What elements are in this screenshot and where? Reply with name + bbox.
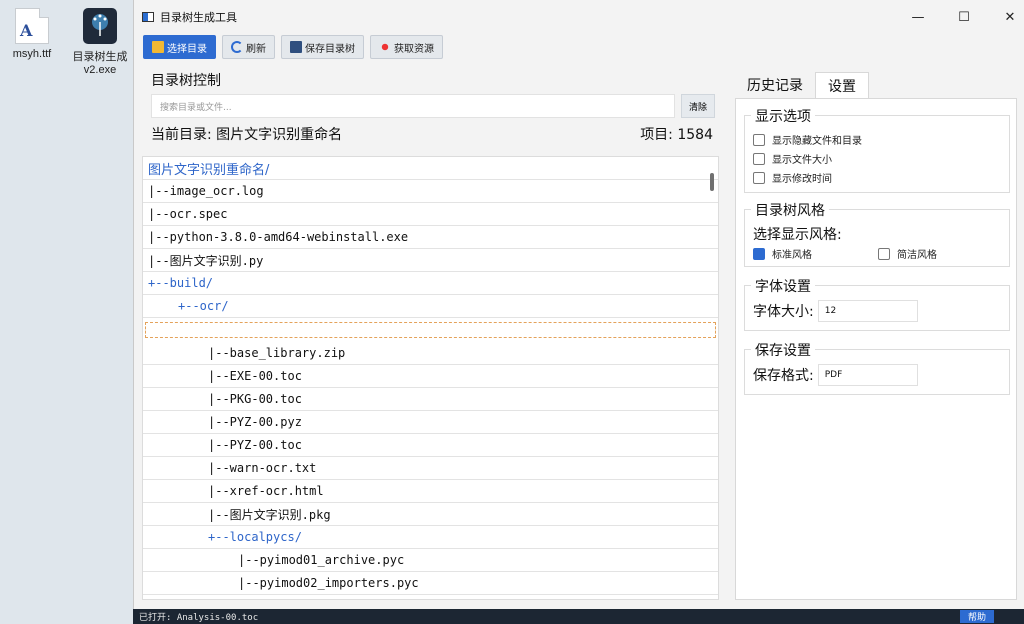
refresh-label: 刷新	[246, 43, 266, 55]
desktop-icon-exe[interactable]: 目录树生成 v2.exe	[70, 8, 130, 76]
tree-row[interactable]: +--build/	[143, 272, 718, 295]
show-hidden-label: 显示隐藏文件和目录	[772, 136, 862, 147]
window-title: 目录树生成工具	[160, 11, 237, 24]
title-bar[interactable]: 目录树生成工具	[134, 0, 1024, 34]
tree-row[interactable]: |--pyimod01_archive.pyc	[143, 549, 718, 572]
simple-style-label: 简洁风格	[897, 250, 937, 261]
font-file-icon: A	[15, 8, 49, 44]
tree-row-selected[interactable]	[145, 322, 716, 338]
tab-history[interactable]: 历史记录	[735, 72, 815, 98]
show-size-label: 显示文件大小	[772, 155, 832, 166]
tree-row[interactable]: |--PYZ-00.toc	[143, 434, 718, 457]
tab-settings[interactable]: 设置	[815, 72, 869, 98]
save-tree-button[interactable]: 保存目录树	[281, 35, 364, 59]
tree-row[interactable]: 图片文字识别重命名/	[143, 157, 718, 180]
select-dir-label: 选择目录	[167, 43, 207, 55]
items-label: 项目:	[640, 127, 673, 143]
tree-row[interactable]: +--ocr/	[143, 295, 718, 318]
select-dir-button[interactable]: 选择目录	[143, 35, 216, 59]
tree-row[interactable]: |--base_library.zip	[143, 342, 718, 365]
show-hidden-checkbox[interactable]: 显示隐藏文件和目录	[745, 130, 1009, 149]
tree-control-group: 目录树控制 搜索目录或文件... 清除 当前目录: 图片文字识别重命名 项目: …	[143, 66, 723, 143]
desktop-icon-label: msyh.ttf	[12, 48, 52, 60]
current-dir-value: 图片文字识别重命名	[216, 127, 343, 143]
get-resources-label: 获取资源	[394, 43, 434, 55]
show-size-checkbox[interactable]: 显示文件大小	[745, 149, 1009, 168]
folder-icon	[152, 41, 164, 53]
simple-style-checkbox[interactable]: 简洁风格	[870, 244, 937, 263]
resources-icon	[379, 41, 391, 53]
tree-row[interactable]: |--ocr.spec	[143, 203, 718, 226]
window-controls: — ☐ ✕	[895, 0, 1024, 34]
tree-row[interactable]: |--xref-ocr.html	[143, 480, 718, 503]
refresh-button[interactable]: 刷新	[222, 35, 275, 59]
font-size-input[interactable]: 12	[817, 300, 918, 322]
tree-app-icon	[83, 8, 117, 44]
tree-row[interactable]: +--localpycs/	[143, 526, 718, 549]
save-tree-label: 保存目录树	[305, 43, 355, 55]
style-prompt: 选择显示风格:	[753, 227, 842, 243]
search-input[interactable]: 搜索目录或文件...	[151, 94, 675, 118]
checkbox-box	[753, 152, 765, 165]
tree-row[interactable]: |--PYZ-00.pyz	[143, 411, 718, 434]
items-value: 1584	[677, 127, 713, 143]
close-button[interactable]: ✕	[987, 0, 1024, 34]
standard-style-checkbox[interactable]: 标准风格	[745, 244, 870, 263]
display-options-group: 显示选项 显示隐藏文件和目录 显示文件大小 显示修改时间	[744, 106, 1010, 193]
show-mtime-checkbox[interactable]: 显示修改时间	[745, 168, 1009, 187]
app-icon	[142, 12, 154, 22]
tree-control-title: 目录树控制	[151, 73, 221, 89]
tree-row[interactable]: |--图片文字识别.py	[143, 249, 718, 272]
tree-rows: 图片文字识别重命名/|--image_ocr.log |--ocr.spec |--…	[143, 157, 718, 595]
save-format-label: 保存格式:	[753, 368, 814, 384]
status-bar: 已打开: Analysis-00.toc 帮助	[133, 609, 1024, 624]
clear-button[interactable]: 清除	[681, 94, 715, 118]
search-row: 搜索目录或文件... 清除	[151, 94, 715, 118]
maximize-button[interactable]: ☐	[941, 0, 987, 34]
desktop-icon-label: 目录树生成	[72, 51, 128, 63]
right-tabs: 历史记录 设置	[735, 72, 869, 98]
font-size-row: 字体大小: 12	[745, 300, 1009, 322]
save-format-row: 保存格式: PDF	[745, 364, 1009, 386]
font-settings-title: 字体设置	[751, 276, 815, 296]
status-text: 已打开: Analysis-00.toc	[139, 613, 259, 623]
checkbox-box	[753, 247, 765, 260]
tree-row[interactable]: |--image_ocr.log	[143, 180, 718, 203]
desktop-icon-label-2: v2.exe	[83, 64, 117, 76]
tree-row[interactable]: |--pyimod02_importers.pyc	[143, 572, 718, 595]
current-dir: 当前目录: 图片文字识别重命名	[151, 124, 342, 144]
toolbar: 选择目录 刷新 保存目录树 获取资源	[143, 35, 443, 59]
tree-row[interactable]: |--EXE-00.toc	[143, 365, 718, 388]
tree-row[interactable]: |--PKG-00.toc	[143, 388, 718, 411]
font-settings-group: 字体设置 字体大小: 12	[744, 276, 1010, 331]
tree-scrollbar[interactable]	[710, 173, 714, 191]
floppy-icon	[290, 41, 302, 53]
checkbox-box	[878, 247, 890, 260]
tree-style-title: 目录树风格	[751, 200, 829, 220]
save-settings-title: 保存设置	[751, 340, 815, 360]
items-count: 项目: 1584	[640, 124, 713, 144]
standard-style-label: 标准风格	[772, 250, 812, 261]
settings-panel: 显示选项 显示隐藏文件和目录 显示文件大小 显示修改时间 目录树风格 选择显示风…	[735, 98, 1017, 600]
refresh-icon	[231, 41, 243, 53]
tree-row[interactable]: |--图片文字识别.pkg	[143, 503, 718, 526]
desktop-icon-msyh[interactable]: A msyh.ttf	[2, 8, 62, 60]
tree-row[interactable]: |--warn-ocr.txt	[143, 457, 718, 480]
checkbox-box	[753, 171, 765, 184]
current-dir-label: 当前目录:	[151, 127, 212, 143]
display-options-title: 显示选项	[751, 106, 815, 126]
get-resources-button[interactable]: 获取资源	[370, 35, 443, 59]
tree-row[interactable]: |--python-3.8.0-amd64-webinstall.exe	[143, 226, 718, 249]
tree-view[interactable]: 图片文字识别重命名/|--image_ocr.log |--ocr.spec |--…	[142, 156, 719, 600]
font-size-label: 字体大小:	[753, 304, 814, 320]
help-button[interactable]: 帮助	[959, 610, 994, 623]
save-settings-group: 保存设置 保存格式: PDF	[744, 340, 1010, 395]
save-format-input[interactable]: PDF	[817, 364, 918, 386]
show-mtime-label: 显示修改时间	[772, 174, 832, 185]
minimize-button[interactable]: —	[895, 0, 941, 34]
checkbox-box	[753, 133, 765, 146]
tree-style-group: 目录树风格 选择显示风格: 标准风格 简洁风格	[744, 200, 1010, 267]
